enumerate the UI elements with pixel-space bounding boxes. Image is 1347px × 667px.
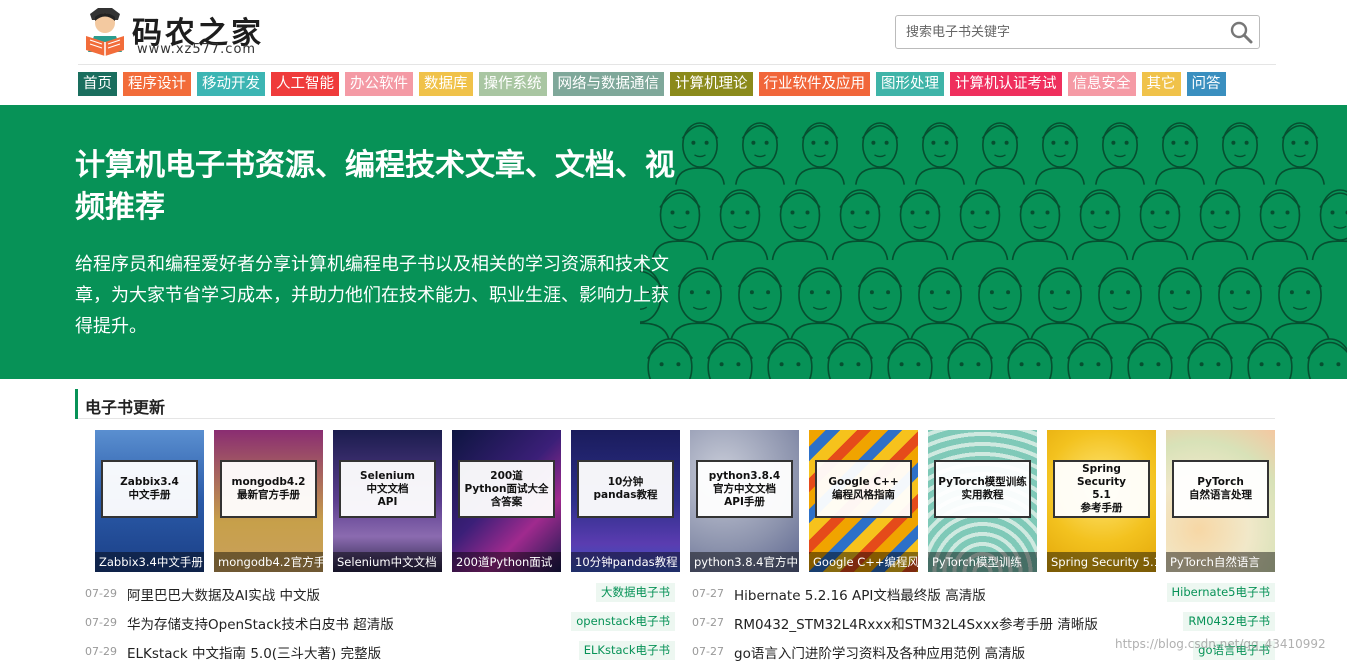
item-category-tag[interactable]: Hibernate5电子书	[1167, 583, 1275, 602]
list-item: 07-29 阿里巴巴大数据及AI实战 中文版 大数据电子书	[85, 580, 675, 609]
nav-item[interactable]: 计算机认证考试	[950, 72, 1062, 96]
book-cover-title: PyTorch 自然语言处理	[1172, 460, 1269, 518]
book-cover-title: Spring Security 5.1 参考手册	[1053, 460, 1150, 518]
nav-item[interactable]: 办公软件	[345, 72, 413, 96]
nav-item[interactable]: 程序设计	[123, 72, 191, 96]
book-cover-title: Selenium 中文文档 API	[339, 460, 436, 518]
book-cover[interactable]: Selenium 中文文档 API Selenium中文文档	[333, 430, 442, 572]
book-cover[interactable]: PyTorch模型训练 实用教程 PyTorch模型训练	[928, 430, 1037, 572]
item-category-tag[interactable]: ELKstack电子书	[579, 641, 675, 660]
nav-item[interactable]: 问答	[1187, 72, 1226, 96]
item-category-tag[interactable]: 大数据电子书	[596, 583, 675, 602]
book-caption: Spring Security 5.1	[1047, 552, 1156, 572]
book-cover[interactable]: python3.8.4 官方中文文档 API手册 python3.8.4官方中	[690, 430, 799, 572]
item-date: 07-27	[692, 587, 724, 600]
item-category-tag[interactable]: openstack电子书	[571, 612, 675, 631]
nav-item[interactable]: 图形处理	[876, 72, 944, 96]
item-title-link[interactable]: 阿里巴巴大数据及AI实战 中文版	[127, 584, 320, 604]
section-accent-bar	[75, 389, 78, 419]
book-caption: Google C++编程风	[809, 552, 918, 572]
item-title-link[interactable]: ELKstack 中文指南 5.0(三斗大著) 完整版	[127, 642, 381, 662]
list-item: 07-27 Hibernate 5.2.16 API文档最终版 高清版 Hibern…	[692, 580, 1282, 609]
book-cover[interactable]: PyTorch 自然语言处理 PyTorch自然语言	[1166, 430, 1275, 572]
book-cover-title: Zabbix3.4 中文手册	[101, 460, 198, 518]
book-cover-title: 200道 Python面试大全 含答案	[458, 460, 555, 518]
book-caption: python3.8.4官方中	[690, 552, 799, 572]
hero-title: 计算机电子书资源、编程技术文章、文档、视频推荐	[75, 145, 695, 229]
book-caption: Zabbix3.4中文手册	[95, 552, 204, 572]
book-caption: Selenium中文文档	[333, 552, 442, 572]
item-date: 07-27	[692, 616, 724, 629]
nav-item[interactable]: 网络与数据通信	[553, 72, 665, 96]
update-list-right: 07-27 Hibernate 5.2.16 API文档最终版 高清版 Hibern…	[692, 580, 1282, 667]
hero-banner: 计算机电子书资源、编程技术文章、文档、视频推荐 给程序员和编程爱好者分享计算机编…	[0, 105, 1347, 379]
book-cover-title: 10分钟 pandas教程	[577, 460, 674, 518]
nav-item[interactable]: 行业软件及应用	[759, 72, 871, 96]
book-caption: PyTorch自然语言	[1166, 552, 1275, 572]
reader-mascot-icon	[82, 6, 128, 58]
item-title-link[interactable]: RM0432_STM32L4Rxxx和STM32L4Sxxx参考手册 清晰版	[734, 613, 1098, 633]
book-cover-title: Google C++ 编程风格指南	[815, 460, 912, 518]
nav-item[interactable]: 操作系统	[479, 72, 547, 96]
book-caption: 10分钟pandas教程	[571, 552, 680, 572]
book-cover[interactable]: 10分钟 pandas教程 10分钟pandas教程	[571, 430, 680, 572]
section-title: 电子书更新	[85, 394, 165, 418]
nav-item[interactable]: 数据库	[419, 72, 473, 96]
item-date: 07-29	[85, 587, 117, 600]
nav-item[interactable]: 计算机理论	[670, 72, 753, 96]
nav-item[interactable]: 其它	[1142, 72, 1181, 96]
hero-description: 给程序员和编程爱好者分享计算机编程电子书以及相关的学习资源和技术文章，为大家节省…	[75, 249, 675, 342]
nav-item[interactable]: 移动开发	[197, 72, 265, 96]
item-title-link[interactable]: 华为存储支持OpenStack技术白皮书 超清版	[127, 613, 394, 633]
search-box	[895, 15, 1260, 49]
list-item: 07-27 RM0432_STM32L4Rxxx和STM32L4Sxxx参考手册 …	[692, 609, 1282, 638]
crowd-illustration	[640, 105, 1347, 379]
watermark: https://blog.csdn.net/qq_43410992	[1115, 637, 1326, 651]
list-item: 07-29 华为存储支持OpenStack技术白皮书 超清版 openstack电子…	[85, 609, 675, 638]
book-cover-row: Zabbix3.4 中文手册 Zabbix3.4中文手册 mongodb4.2 最新…	[95, 430, 1275, 572]
book-cover-title: mongodb4.2 最新官方手册	[220, 460, 317, 518]
update-list-left: 07-29 阿里巴巴大数据及AI实战 中文版 大数据电子书 07-29 华为存储支持Op…	[85, 580, 675, 667]
book-cover-title: PyTorch模型训练 实用教程	[934, 460, 1031, 518]
item-date: 07-29	[85, 616, 117, 629]
item-date: 07-29	[85, 645, 117, 658]
book-cover-title: python3.8.4 官方中文文档 API手册	[696, 460, 793, 518]
book-caption: mongodb4.2官方手	[214, 552, 323, 572]
book-caption: 200道Python面试	[452, 552, 561, 572]
nav-item[interactable]: 信息安全	[1068, 72, 1136, 96]
book-cover[interactable]: Spring Security 5.1 参考手册 Spring Security …	[1047, 430, 1156, 572]
site-header: 码农之家 www.xz577.com 首页程序设计移动开发人工智能办公软件数据库…	[0, 0, 1347, 105]
site-logo[interactable]: 码农之家 www.xz577.com	[82, 6, 272, 62]
search-input[interactable]	[906, 22, 1216, 42]
book-cover[interactable]: 200道 Python面试大全 含答案 200道Python面试	[452, 430, 561, 572]
item-date: 07-27	[692, 645, 724, 658]
book-cover[interactable]: mongodb4.2 最新官方手册 mongodb4.2官方手	[214, 430, 323, 572]
logo-url: www.xz577.com	[137, 42, 256, 57]
category-nav: 首页程序设计移动开发人工智能办公软件数据库操作系统网络与数据通信计算机理论行业软…	[78, 72, 1226, 98]
item-title-link[interactable]: go语言入门进阶学习资料及各种应用范例 高清版	[734, 642, 1025, 662]
list-item: 07-29 ELKstack 中文指南 5.0(三斗大著) 完整版 ELKstack…	[85, 638, 675, 667]
book-cover[interactable]: Google C++ 编程风格指南 Google C++编程风	[809, 430, 918, 572]
ebook-updates-header: 电子书更新	[75, 389, 1275, 419]
nav-divider	[78, 64, 1276, 65]
item-title-link[interactable]: Hibernate 5.2.16 API文档最终版 高清版	[734, 584, 986, 604]
nav-item[interactable]: 人工智能	[271, 72, 339, 96]
search-icon[interactable]	[1229, 20, 1253, 44]
book-cover[interactable]: Zabbix3.4 中文手册 Zabbix3.4中文手册	[95, 430, 204, 572]
book-caption: PyTorch模型训练	[928, 552, 1037, 572]
nav-item[interactable]: 首页	[78, 72, 117, 96]
item-category-tag[interactable]: RM0432电子书	[1183, 612, 1275, 631]
